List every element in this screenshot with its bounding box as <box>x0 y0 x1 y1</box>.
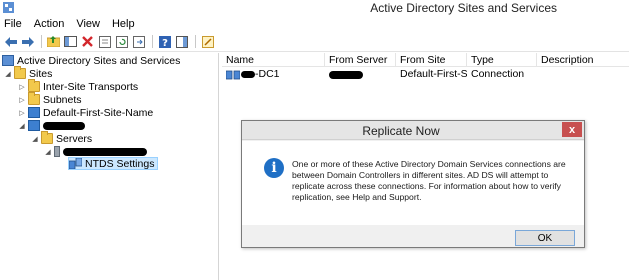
column-header-name[interactable]: Name <box>222 53 325 67</box>
dialog-title-bar: Replicate Now x <box>242 121 584 140</box>
cell-from-server <box>325 68 396 81</box>
tree-item-ntds-settings[interactable]: NTDS Settings <box>68 157 159 170</box>
redacted-site-name <box>43 121 85 130</box>
tree-item-subnets[interactable]: ▷ Subnets <box>18 92 82 106</box>
toolbar-separator <box>152 35 153 48</box>
delete-icon[interactable] <box>81 35 94 48</box>
close-icon: x <box>568 123 576 136</box>
console-tree: Active Directory Sites and Services ◢ Si… <box>0 53 219 280</box>
show-hide-tree-icon[interactable] <box>64 35 77 48</box>
tree-label-ntds: NTDS Settings <box>85 157 155 170</box>
ad-sites-services-icon <box>2 55 14 66</box>
help-icon[interactable]: ? <box>158 35 171 48</box>
folder-icon <box>41 131 53 144</box>
refresh-icon[interactable] <box>115 35 128 48</box>
tree-label-sites: Sites <box>29 67 53 80</box>
column-header-from-server[interactable]: From Server <box>325 53 396 67</box>
column-header-type[interactable]: Type <box>467 53 537 67</box>
redacted-server-name <box>63 147 147 156</box>
svg-text:?: ? <box>162 38 168 48</box>
tree-label-servers: Servers <box>56 132 93 145</box>
menu-action[interactable]: Action <box>34 18 65 30</box>
toolbar: ? <box>0 32 629 52</box>
tree-label-subnets: Subnets <box>43 93 82 106</box>
run-icon[interactable] <box>201 35 214 48</box>
cell-from-site: Default-First-Si... <box>400 68 467 80</box>
expanded-arrow-icon[interactable]: ◢ <box>18 119 26 132</box>
site-icon <box>28 107 40 118</box>
tree-label-default-site: Default-First-Site-Name <box>43 106 154 119</box>
cell-description <box>537 68 597 81</box>
tree-item-redacted-site[interactable]: ◢ <box>18 119 85 132</box>
ntds-settings-icon <box>69 158 82 169</box>
expanded-arrow-icon[interactable]: ◢ <box>31 132 39 145</box>
menu-help[interactable]: Help <box>112 18 135 30</box>
window-title: Active Directory Sites and Services <box>370 1 557 15</box>
tree-item-inter-site-transports[interactable]: ▷ Inter-Site Transports <box>18 79 139 93</box>
tree-item-servers[interactable]: ◢ Servers <box>31 131 93 145</box>
collapsed-arrow-icon[interactable]: ▷ <box>18 106 26 119</box>
replicate-now-dialog: Replicate Now x i One or more of these A… <box>241 120 585 248</box>
toolbar-separator <box>41 35 42 48</box>
expanded-arrow-icon[interactable]: ◢ <box>4 67 12 80</box>
table-row[interactable]: -DC1 Default-First-Si... Connection <box>222 68 597 81</box>
column-header-from-site[interactable]: From Site <box>396 53 467 67</box>
menu-view[interactable]: View <box>76 18 100 30</box>
list-header: Name From Server From Site Type Descript… <box>222 53 629 67</box>
tree-item-root[interactable]: Active Directory Sites and Services <box>2 54 180 67</box>
info-icon: i <box>264 158 284 178</box>
close-button[interactable]: x <box>562 122 582 137</box>
folder-icon <box>28 79 40 92</box>
tree-label-inter-site: Inter-Site Transports <box>43 80 139 93</box>
ok-button[interactable]: OK <box>515 230 575 246</box>
back-arrow-icon[interactable] <box>4 35 17 48</box>
export-list-icon[interactable] <box>132 35 145 48</box>
connection-icon <box>226 70 240 79</box>
column-header-description[interactable]: Description <box>537 53 629 67</box>
menu-bar: File Action View Help <box>0 16 629 31</box>
collapsed-arrow-icon[interactable]: ▷ <box>18 93 26 106</box>
menu-file[interactable]: File <box>4 18 22 30</box>
cell-type: Connection <box>471 68 525 80</box>
cell-name: -DC1 <box>222 68 325 81</box>
up-folder-icon[interactable] <box>47 35 60 48</box>
folder-icon <box>14 66 26 79</box>
redacted-from-server <box>329 70 363 79</box>
expanded-arrow-icon[interactable]: ◢ <box>44 145 52 158</box>
title-bar: Active Directory Sites and Services <box>0 0 629 15</box>
dialog-body: i One or more of these Active Directory … <box>242 141 584 225</box>
redacted-name-prefix <box>241 71 255 78</box>
site-icon <box>28 120 40 131</box>
row-name-suffix: -DC1 <box>255 68 280 80</box>
server-icon <box>54 146 60 157</box>
dialog-title: Replicate Now <box>362 124 440 138</box>
action-pane-icon[interactable] <box>175 35 188 48</box>
toolbar-separator <box>195 35 196 48</box>
tree-label-root: Active Directory Sites and Services <box>17 54 181 67</box>
forward-arrow-icon[interactable] <box>21 35 34 48</box>
dialog-message: One or more of these Active Directory Do… <box>292 159 566 202</box>
collapsed-arrow-icon[interactable]: ▷ <box>18 80 26 93</box>
folder-icon <box>28 92 40 105</box>
properties-icon[interactable] <box>98 35 111 48</box>
tree-item-default-site[interactable]: ▷ Default-First-Site-Name <box>18 106 153 119</box>
